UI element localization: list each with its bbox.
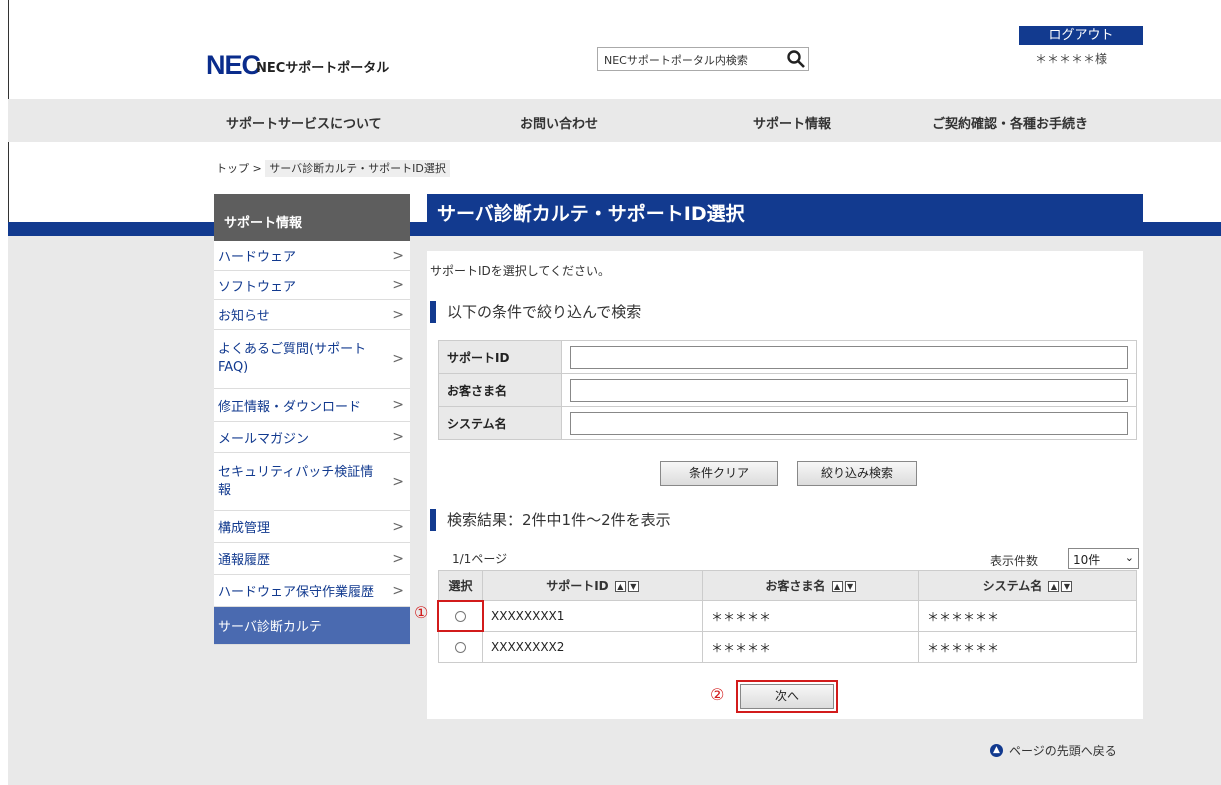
sidebar-item-software[interactable]: ソフトウェア >	[214, 271, 410, 300]
chevron-right-icon: >	[392, 306, 404, 323]
sidebar-item-hardware[interactable]: ハードウェア >	[214, 241, 410, 271]
username: ＊＊＊＊＊様	[1035, 52, 1108, 66]
column-header-support-id: サポートID ▲ ▼	[482, 570, 703, 601]
highlight-next-box	[736, 680, 838, 713]
chevron-right-icon: >	[392, 351, 404, 367]
sidebar-item-label: よくあるご質問(サポートFAQ)	[218, 342, 367, 375]
customer-name-label: お客さま名	[438, 373, 562, 407]
breadcrumb-current: サーバ診断カルテ・サポートID選択	[265, 160, 450, 177]
sidebar-item-server-karte[interactable]: サーバ診断カルテ	[214, 607, 410, 645]
sidebar-item-maintenance-history[interactable]: ハードウェア保守作業履歴 >	[214, 575, 410, 607]
sort-desc-icon[interactable]: ▼	[1061, 581, 1073, 592]
sidebar-item-label: ハードウェア	[218, 250, 297, 265]
portal-name[interactable]: NECサポートポータル	[256, 57, 389, 76]
table-row[interactable]: XXXXXXXX1 ＊＊＊＊＊ ＊＊＊＊＊＊	[438, 600, 1137, 632]
filter-search-button[interactable]: 絞り込み検索	[797, 461, 917, 486]
filter-form: サポートID お客さま名 システム名	[438, 340, 1137, 440]
nav-item-services[interactable]: サポートサービスについて	[226, 113, 382, 132]
customer-name-input[interactable]	[570, 378, 1128, 402]
page-size-select[interactable]: 10件 ⌄	[1068, 548, 1139, 569]
results-table: 選択 サポートID ▲ ▼ お客さま名 ▲ ▼ システム名 ▲ ▼ XXXXXXXX1…	[438, 570, 1137, 663]
nav-item-contract[interactable]: ご契約確認・各種お手続き	[932, 113, 1088, 132]
nav-item-contact[interactable]: お問い合わせ	[520, 113, 598, 132]
sidebar-item-downloads[interactable]: 修正情報・ダウンロード >	[214, 389, 410, 422]
page-title: サーバ診断カルテ・サポートID選択	[427, 194, 1143, 230]
results-heading: 検索結果：2件中1件〜2件を表示	[430, 509, 671, 531]
cell-support-id: XXXXXXXX1	[482, 600, 703, 632]
sidebar-item-label: 通報履歴	[218, 553, 271, 568]
back-to-top-link[interactable]: ▲ ページの先頭へ戻る	[990, 742, 1117, 759]
sidebar-item-label: ハードウェア保守作業履歴	[218, 585, 375, 600]
chevron-right-icon: >	[392, 429, 404, 445]
chevron-right-icon: >	[392, 518, 404, 535]
cell-support-id: XXXXXXXX2	[482, 631, 703, 663]
chevron-right-icon: >	[392, 247, 404, 264]
sidebar-item-label: メールマガジン	[218, 431, 310, 447]
column-header-label: お客さま名	[765, 579, 826, 593]
sidebar-item-report-history[interactable]: 通報履歴 >	[214, 543, 410, 575]
sidebar-item-label: 修正情報・ダウンロード	[218, 399, 362, 415]
sort-asc-icon[interactable]: ▲	[614, 581, 626, 592]
sort-asc-icon[interactable]: ▲	[1048, 581, 1060, 592]
row-select-radio[interactable]	[455, 642, 466, 653]
cell-system-name: ＊＊＊＊＊＊	[918, 600, 1137, 632]
sidebar-heading: サポート情報	[214, 194, 410, 241]
chevron-right-icon: >	[392, 473, 404, 490]
support-id-input[interactable]	[570, 345, 1128, 369]
page-size-value: 10件	[1073, 553, 1101, 567]
sidebar-item-security-patch[interactable]: セキュリティパッチ検証情報 >	[214, 453, 410, 511]
sidebar-item-label: ソフトウェア	[218, 279, 297, 295]
nec-logo[interactable]: NEC	[206, 50, 261, 81]
sidebar-item-label: サーバ診断カルテ	[218, 620, 322, 635]
column-header-system-name: システム名 ▲ ▼	[918, 570, 1137, 601]
chevron-right-icon: >	[392, 397, 404, 413]
sidebar-item-news[interactable]: お知らせ >	[214, 300, 410, 330]
system-name-label: システム名	[438, 406, 562, 440]
sort-desc-icon[interactable]: ▼	[844, 581, 856, 592]
system-name-input[interactable]	[570, 411, 1128, 435]
sidebar-item-mail-magazine[interactable]: メールマガジン >	[214, 422, 410, 453]
highlight-radio-box	[437, 600, 484, 632]
sidebar-item-label: セキュリティパッチ検証情報	[218, 464, 374, 498]
cell-system-name: ＊＊＊＊＊＊	[918, 631, 1137, 663]
column-header-customer-name: お客さま名 ▲ ▼	[702, 570, 919, 601]
clear-conditions-button[interactable]: 条件クリア	[660, 461, 778, 486]
chevron-right-icon: >	[392, 582, 404, 599]
table-row[interactable]: XXXXXXXX2 ＊＊＊＊＊ ＊＊＊＊＊＊	[438, 631, 1137, 663]
intro-text: サポートIDを選択してください。	[430, 264, 611, 278]
breadcrumb-separator: >	[252, 162, 262, 175]
sort-asc-icon[interactable]: ▲	[831, 581, 843, 592]
nav-item-support-info[interactable]: サポート情報	[753, 113, 831, 132]
column-header-select: 選択	[438, 570, 483, 601]
chevron-right-icon: >	[392, 277, 404, 293]
page-info: 1/1ページ	[452, 552, 508, 566]
breadcrumb: トップ > サーバ診断カルテ・サポートID選択	[216, 160, 450, 177]
global-nav: サポートサービスについて お問い合わせ サポート情報 ご契約確認・各種お手続き	[8, 99, 1221, 142]
page-size-label: 表示件数	[990, 554, 1039, 568]
back-to-top-label: ページの先頭へ戻る	[1009, 744, 1117, 758]
search-input[interactable]: NECサポートポータル内検索	[597, 47, 809, 71]
logout-button[interactable]: ログアウト	[1019, 26, 1143, 45]
step-marker-2: ②	[710, 685, 725, 704]
step-marker-1: ①	[414, 603, 429, 622]
cell-customer-name: ＊＊＊＊＊	[702, 600, 919, 632]
sidebar-item-label: お知らせ	[218, 309, 270, 324]
arrow-up-icon: ▲	[990, 744, 1003, 757]
chevron-down-icon: ⌄	[1124, 551, 1134, 564]
sort-desc-icon[interactable]: ▼	[627, 581, 639, 592]
filter-heading: 以下の条件で絞り込んで検索	[430, 301, 641, 323]
sidebar: ハードウェア > ソフトウェア > お知らせ > よくあるご質問(サポートFAQ) > …	[214, 241, 410, 645]
breadcrumb-top[interactable]: トップ	[216, 162, 249, 175]
sidebar-item-configuration[interactable]: 構成管理 >	[214, 511, 410, 543]
cell-customer-name: ＊＊＊＊＊	[702, 631, 919, 663]
column-header-label: システム名	[982, 579, 1043, 593]
support-id-label: サポートID	[438, 340, 562, 374]
chevron-right-icon: >	[392, 550, 404, 567]
sidebar-item-faq[interactable]: よくあるご質問(サポートFAQ) >	[214, 330, 410, 389]
search-icon[interactable]	[786, 49, 806, 69]
column-header-label: サポートID	[546, 579, 609, 593]
sidebar-item-label: 構成管理	[218, 521, 271, 536]
